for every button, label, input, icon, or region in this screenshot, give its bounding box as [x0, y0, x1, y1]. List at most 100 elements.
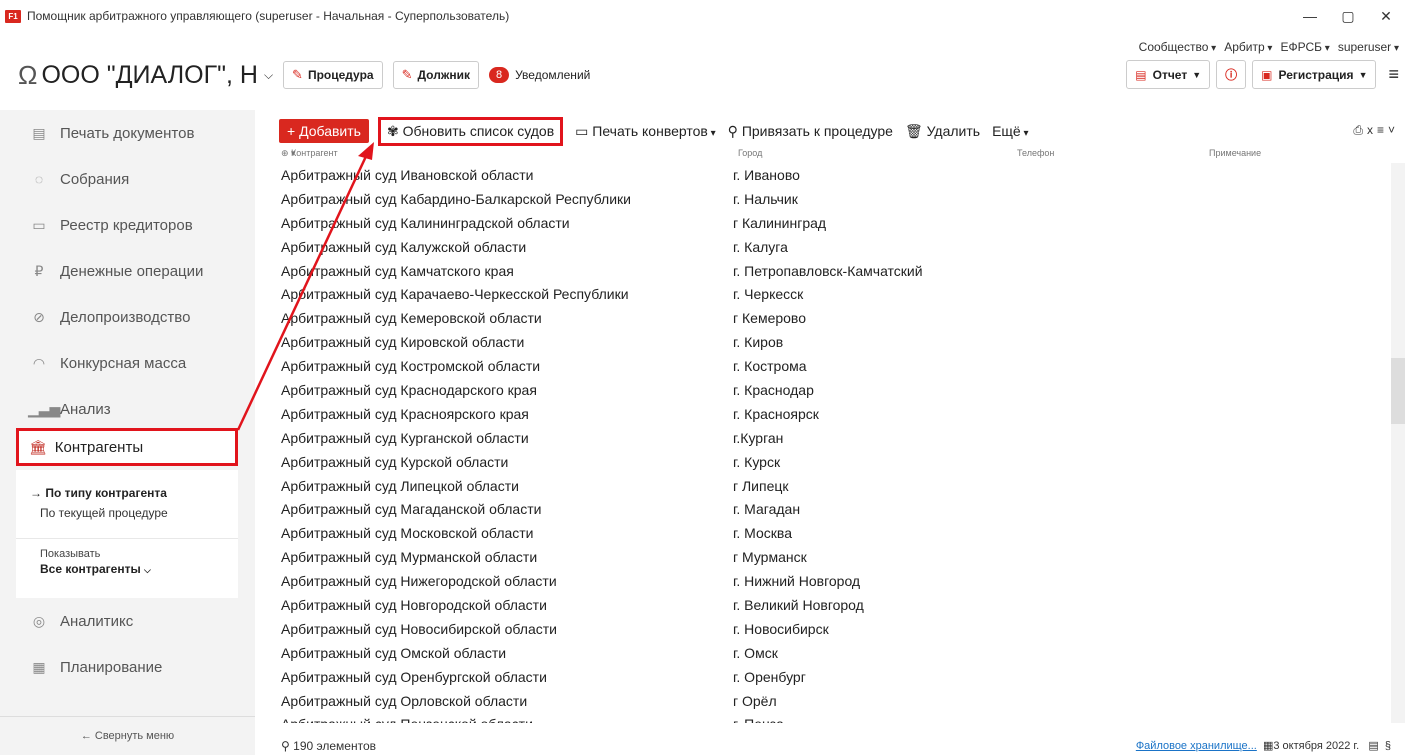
minimize-button[interactable]: —	[1291, 0, 1329, 32]
more-button[interactable]: Ещё	[992, 123, 1028, 139]
table-row[interactable]: Арбитражный суд Московской области г. Мос…	[279, 521, 1389, 545]
table-row[interactable]: Арбитражный суд Новгородской области г. В…	[279, 593, 1389, 617]
sidebar-item-planning[interactable]: ▦ Планирование	[0, 644, 255, 690]
table-row[interactable]: Арбитражный суд Костромской области г. Ко…	[279, 354, 1389, 378]
excel-icon[interactable]: x	[1367, 123, 1377, 137]
print-envelopes-label: Печать конвертов	[592, 123, 715, 139]
print-envelopes-button[interactable]: ▭ Печать конвертов	[575, 123, 716, 140]
divider	[16, 538, 238, 539]
cell-counterparty: Арбитражный суд Ивановской области	[281, 166, 534, 183]
close-button[interactable]: ✕	[1367, 0, 1405, 32]
topnav-arbiter[interactable]: Арбитр	[1224, 40, 1272, 54]
scrollbar-thumb[interactable]	[1391, 358, 1405, 424]
sidebar-item-creditor-registry[interactable]: ▭ Реестр кредиторов	[0, 202, 255, 248]
cell-counterparty: Арбитражный суд Новосибирской области	[281, 620, 557, 637]
search-icon: ⚲	[281, 739, 290, 753]
cell-counterparty: Арбитражный суд Курской области	[281, 453, 509, 470]
sidebar-item-bankruptcy-estate[interactable]: ◠ Конкурсная масса	[0, 340, 255, 386]
table-row[interactable]: Арбитражный суд Липецкой области г Липецк	[279, 474, 1389, 498]
list-icon[interactable]: ▤	[1368, 740, 1378, 752]
vertical-scrollbar[interactable]	[1391, 163, 1405, 723]
table-row[interactable]: Арбитражный суд Пензенской области г. Пен…	[279, 712, 1389, 723]
add-button[interactable]: + Добавить	[279, 119, 369, 143]
cell-counterparty: Арбитражный суд Омской области	[281, 644, 507, 661]
report-button[interactable]: ▤ Отчет ▼	[1126, 60, 1211, 89]
maximize-button[interactable]: ▢	[1329, 0, 1367, 32]
table-row[interactable]: Арбитражный суд Курганской области г.Кург…	[279, 426, 1389, 450]
chevron-down-icon: ⌵	[144, 565, 151, 575]
table-row[interactable]: Арбитражный суд Красноярского края г. Кра…	[279, 402, 1389, 426]
filter-by-type[interactable]: → По типу контрагента	[30, 486, 167, 500]
filter-by-procedure[interactable]: По текущей процедуре	[40, 506, 168, 520]
column-counterparty[interactable]: ⊕ Контрагент ▾	[281, 148, 338, 159]
refresh-courts-button[interactable]: ✾ Обновить список судов	[377, 116, 564, 146]
sidebar-item-print-documents[interactable]: ▤ Печать документов	[0, 110, 255, 156]
table-row[interactable]: Арбитражный суд Краснодарского края г. Кр…	[279, 378, 1389, 402]
window-title: Помощник арбитражного управляющего (supe…	[27, 9, 510, 23]
bank-icon: 🏛	[29, 438, 47, 455]
settings-icon[interactable]: ≡˅	[1377, 123, 1399, 137]
topnav-user[interactable]: superuser	[1338, 40, 1399, 54]
procedure-button[interactable]: ✎ Процедура	[283, 61, 383, 89]
table-row[interactable]: Арбитражный суд Камчатского края г. Петро…	[279, 259, 1389, 283]
registry-icon: ▭	[32, 216, 46, 233]
sidebar-item-counterparties[interactable]: 🏛 Контрагенты	[16, 428, 238, 466]
notifications-link[interactable]: 8 Уведомлений	[488, 67, 590, 83]
chevron-down-icon[interactable]: ⌵	[264, 68, 273, 83]
table-row[interactable]: Арбитражный суд Омской области г. Омск	[279, 641, 1389, 665]
table-row[interactable]: Арбитражный суд Ивановской области г. Ива…	[279, 163, 1389, 187]
table-row[interactable]: Арбитражный суд Новосибирской области г. …	[279, 617, 1389, 641]
sidebar-item-money-operations[interactable]: ₽ Денежные операции	[0, 248, 255, 294]
cell-city: г. Кострома	[733, 358, 807, 375]
sidebar-item-analytics[interactable]: ◎ Аналитикс	[0, 598, 255, 644]
table-row[interactable]: Арбитражный суд Мурманской области г Мурм…	[279, 545, 1389, 569]
column-city[interactable]: Город	[738, 148, 762, 158]
envelope-icon: ▭	[575, 122, 589, 139]
cell-city: г Липецк	[733, 477, 789, 494]
cell-city: г. Петропавловск-Камчатский	[733, 262, 923, 279]
calendar-icon: ▦	[1262, 740, 1274, 752]
cell-city: г. Оренбург	[733, 668, 806, 685]
show-filter-dropdown[interactable]: Все контрагенты ⌵	[40, 562, 151, 576]
cell-counterparty: Арбитражный суд Краснодарского края	[281, 381, 537, 398]
column-phone[interactable]: Телефон	[1017, 148, 1054, 158]
cell-counterparty: Арбитражный суд Мурманской области	[281, 549, 538, 566]
table-row[interactable]: Арбитражный суд Магаданской области г. Ма…	[279, 497, 1389, 521]
table-row[interactable]: Арбитражный суд Курской области г. Курск	[279, 450, 1389, 474]
status-bar: ⚲ 190 элементов Файловое хранилище... ▦3…	[255, 730, 1405, 755]
cell-city: г. Москва	[733, 525, 792, 542]
sidebar-item-paperwork[interactable]: ⊘ Делопроизводство	[0, 294, 255, 340]
table-row[interactable]: Арбитражный суд Кировской области г. Киро…	[279, 330, 1389, 354]
cell-counterparty: Арбитражный суд Карачаево-Черкесской Рес…	[281, 286, 629, 303]
column-note[interactable]: Примечание	[1209, 148, 1261, 158]
sidebar-item-meetings[interactable]: ◌ Собрания	[0, 156, 255, 202]
topnav-efrsb[interactable]: ЕФРСБ	[1280, 40, 1329, 54]
window-titlebar: F1 Помощник арбитражного управляющего (s…	[0, 0, 1405, 32]
sidebar-item-label: Контрагенты	[54, 438, 144, 456]
table-row[interactable]: Арбитражный суд Орловской области г Орёл	[279, 689, 1389, 713]
sidebar-item-analysis[interactable]: ▁▃▅ Анализ	[0, 386, 255, 432]
table-row[interactable]: Арбитражный суд Карачаево-Черкесской Рес…	[279, 282, 1389, 306]
cell-counterparty: Арбитражный суд Камчатского края	[281, 262, 514, 279]
hamburger-menu-icon[interactable]: ≡	[1388, 64, 1399, 85]
table-row[interactable]: Арбитражный суд Кемеровской области г Кем…	[279, 306, 1389, 330]
file-storage-link[interactable]: Файловое хранилище...	[1136, 740, 1257, 752]
table-row[interactable]: Арбитражный суд Нижегородской области г. …	[279, 569, 1389, 593]
section-icon[interactable]: §	[1385, 740, 1391, 752]
table-row[interactable]: Арбитражный суд Калужской области г. Калу…	[279, 235, 1389, 259]
registration-button[interactable]: ▣ Регистрация ▼	[1252, 60, 1377, 89]
collapse-menu-button[interactable]: ← Свернуть меню	[0, 716, 255, 755]
debtor-button[interactable]: ✎ Должник	[392, 61, 479, 89]
table-row[interactable]: Арбитражный суд Кабардино-Балкарской Рес…	[279, 187, 1389, 211]
sidebar-item-label: Делопроизводство	[60, 308, 191, 326]
print-icon[interactable]: ⎙	[1353, 123, 1367, 137]
attach-to-procedure-button[interactable]: ⚲ Привязать к процедуре	[728, 123, 893, 140]
topnav-community[interactable]: Сообщество	[1139, 40, 1217, 54]
help-button[interactable]: ⓘ	[1216, 60, 1247, 89]
cell-counterparty: Арбитражный суд Орловской области	[281, 692, 528, 709]
delete-button[interactable]: 🗑 Удалить	[905, 123, 980, 140]
org-title[interactable]: ООО "ДИАЛОГ", Н	[41, 61, 258, 90]
table-row[interactable]: Арбитражный суд Калининградской области г…	[279, 211, 1389, 235]
table-row[interactable]: Арбитражный суд Оренбургской области г. О…	[279, 665, 1389, 689]
refresh-icon: ✾	[386, 122, 399, 139]
